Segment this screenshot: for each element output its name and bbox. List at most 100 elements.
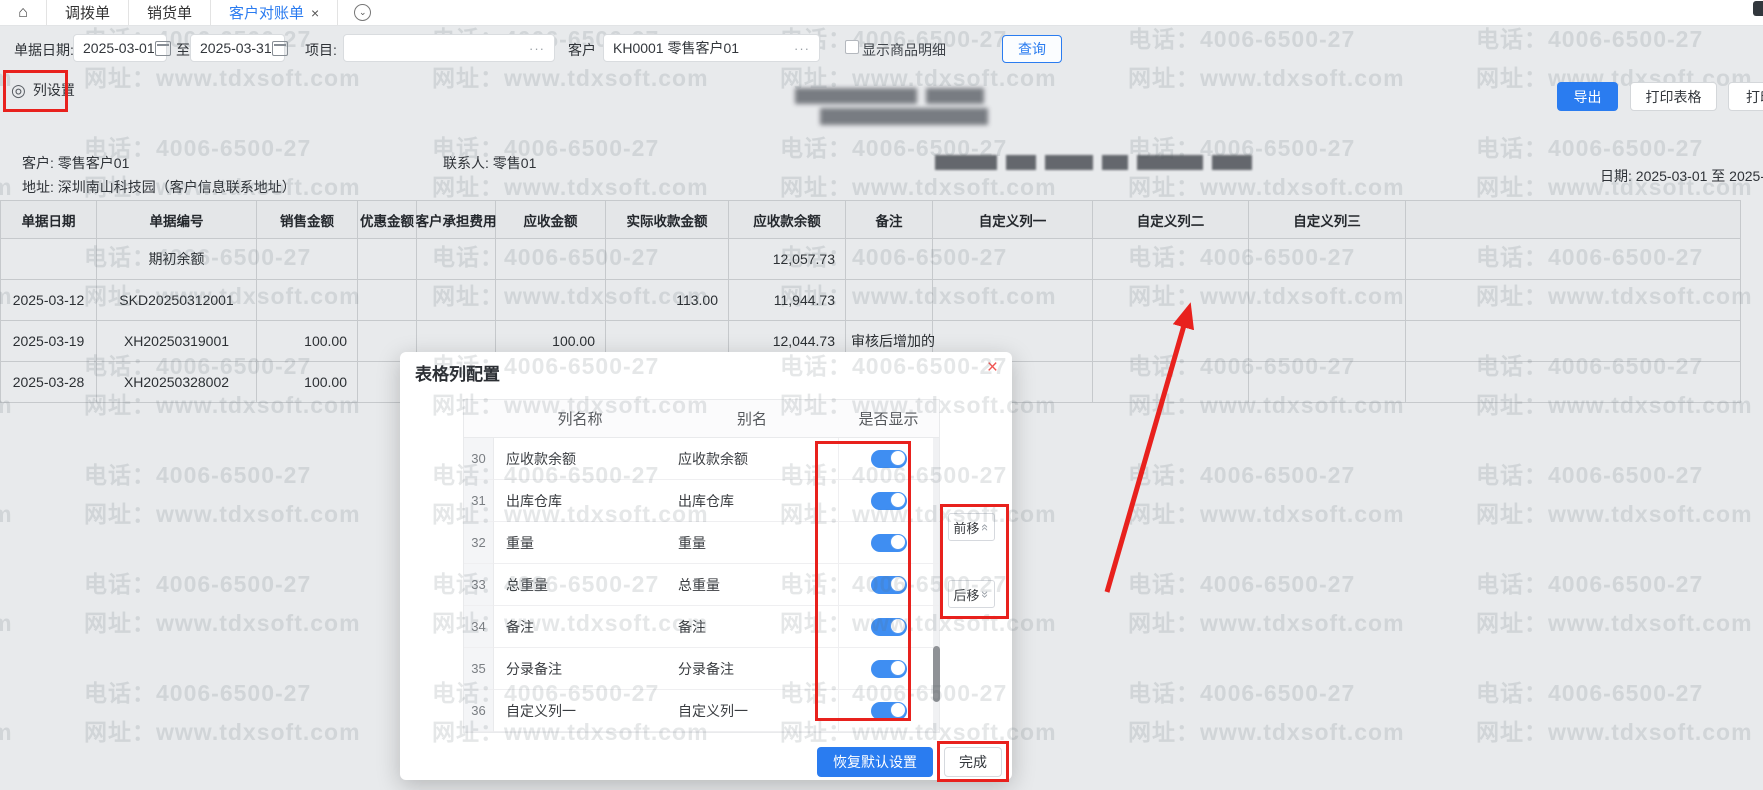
done-button[interactable]: 完成 — [944, 747, 1002, 777]
config-row-number: 36 — [464, 690, 494, 732]
table-cell — [846, 239, 933, 280]
tab-调拨单[interactable]: 调拨单 — [46, 0, 128, 25]
close-icon[interactable]: × — [987, 358, 998, 377]
watermark-text: 电话：4006-6500-27网址：www.tdxsoft.com — [0, 573, 13, 635]
move-down-label: 后移 — [953, 585, 979, 604]
redacted-block — [795, 88, 917, 104]
visibility-toggle[interactable] — [871, 576, 907, 594]
date-to-input[interactable]: 2025-03-31 — [190, 34, 285, 62]
config-row[interactable]: 30应收款余额应收款余额 — [464, 438, 939, 480]
visibility-toggle[interactable] — [871, 450, 907, 468]
table-cell — [606, 239, 729, 280]
config-visible-cell — [838, 438, 939, 480]
config-alias-cell: 重量 — [666, 522, 838, 564]
config-alias-cell: 出库仓库 — [666, 480, 838, 522]
table-cell — [417, 280, 496, 321]
customer-value: KH0001 零售客户01 — [613, 38, 739, 58]
move-up-button[interactable]: 前移 « — [948, 513, 995, 541]
table-row[interactable]: 期初余额12,057.73 — [1, 239, 1741, 280]
config-table-body: 30应收款余额应收款余额31出库仓库出库仓库32重量重量33总重量总重量34备注… — [464, 438, 939, 732]
watermark-text: 电话：4006-6500-27网址：www.tdxsoft.com — [1128, 464, 1405, 526]
config-row[interactable]: 31出库仓库出库仓库 — [464, 480, 939, 522]
config-visible-cell — [838, 522, 939, 564]
visibility-toggle[interactable] — [871, 492, 907, 510]
export-button[interactable]: 导出 — [1557, 82, 1618, 111]
watermark-text: 电话：4006-6500-27网址：www.tdxsoft.com — [1128, 573, 1405, 635]
table-row[interactable]: 2025-03-12SKD20250312001113.0011,944.73 — [1, 280, 1741, 321]
table-cell — [358, 239, 417, 280]
table-cell — [1249, 239, 1406, 280]
config-row-number: 34 — [464, 606, 494, 648]
table-cell — [846, 280, 933, 321]
column-header: 实际收款金额 — [606, 201, 729, 239]
tab-label: 销货单 — [147, 2, 192, 23]
column-header: 应收金额 — [496, 201, 606, 239]
config-row[interactable]: 34备注备注 — [464, 606, 939, 648]
tab-close-icon[interactable]: × — [311, 6, 319, 20]
config-name-cell: 备注 — [494, 606, 666, 648]
restore-default-button[interactable]: 恢复默认设置 — [817, 747, 933, 777]
visibility-toggle[interactable] — [871, 534, 907, 552]
table-cell — [933, 280, 1093, 321]
watermark-text: 电话：4006-6500-27网址：www.tdxsoft.com — [0, 464, 13, 526]
query-button[interactable]: 查询 — [1002, 35, 1062, 63]
calendar-icon[interactable] — [272, 41, 288, 56]
watermark-text: 电话：4006-6500-27网址：www.tdxsoft.com — [1476, 682, 1753, 744]
show-detail-checkbox[interactable] — [845, 40, 859, 54]
config-visible-cell — [838, 564, 939, 606]
double-chevron-up-icon: « — [980, 523, 993, 530]
home-icon[interactable]: ⌂ — [0, 4, 46, 22]
config-row[interactable]: 35分录备注分录备注 — [464, 648, 939, 690]
statement-table-head: 单据日期单据编号销售金额优惠金额客户承担费用应收金额实际收款金额应收款余额备注自… — [1, 201, 1741, 239]
tab-bar: ⌂ 调拨单销货单 客户对账单 × ⌄ — [0, 0, 1763, 26]
config-visible-cell — [838, 690, 939, 732]
ellipsis-icon[interactable]: ··· — [529, 41, 545, 56]
tab-销货单[interactable]: 销货单 — [128, 0, 210, 25]
table-cell — [1093, 280, 1249, 321]
project-input[interactable]: ··· — [343, 34, 555, 62]
redacted-row — [935, 155, 1252, 170]
config-row-number: 30 — [464, 438, 494, 480]
watermark-text: 电话：4006-6500-27网址：www.tdxsoft.com — [0, 682, 13, 744]
customer-address-text: 地址: 深圳南山科技园（客户信息联系地址） — [22, 177, 296, 197]
column-header: 自定义列二 — [1093, 201, 1249, 239]
table-cell: 113.00 — [606, 280, 729, 321]
table-cell — [257, 239, 358, 280]
date-range-label: 单据日期: — [14, 40, 74, 60]
date-to-value: 2025-03-31 — [200, 40, 272, 56]
column-header: 应收款余额 — [729, 201, 846, 239]
customer-input[interactable]: KH0001 零售客户01 ··· — [603, 34, 820, 62]
tab-more-icon[interactable]: ⌄ — [354, 4, 371, 21]
watermark-text: 电话：4006-6500-27网址：www.tdxsoft.com — [84, 682, 361, 744]
ellipsis-icon[interactable]: ··· — [794, 41, 810, 56]
tab-list: 调拨单销货单 客户对账单 × — [46, 0, 338, 25]
print-table-button[interactable]: 打印表格 — [1630, 82, 1717, 111]
visibility-toggle[interactable] — [871, 618, 907, 636]
tab-label: 客户对账单 — [229, 2, 304, 23]
table-cell: SKD20250312001 — [97, 280, 257, 321]
config-row[interactable]: 32重量重量 — [464, 522, 939, 564]
column-settings-button[interactable]: ◎ 列设置 — [11, 80, 75, 100]
redacted-block — [820, 108, 988, 125]
scrollbar-thumb[interactable] — [933, 646, 940, 702]
visibility-toggle[interactable] — [871, 660, 907, 678]
date-from-input[interactable]: 2025-03-01 — [73, 34, 167, 62]
visibility-toggle[interactable] — [871, 702, 907, 720]
calendar-icon[interactable] — [155, 41, 171, 56]
date-between-label: 至 — [176, 40, 190, 60]
watermark-text: 电话：4006-6500-27网址：www.tdxsoft.com — [1476, 28, 1753, 90]
customer-contact-text: 联系人: 零售01 — [443, 153, 536, 173]
config-column-header: 列名称 — [494, 400, 666, 438]
config-row[interactable]: 33总重量总重量 — [464, 564, 939, 606]
corner-icon[interactable] — [1753, 1, 1763, 16]
print-button[interactable]: 打印 — [1728, 82, 1763, 111]
table-cell — [1, 239, 97, 280]
table-cell — [1406, 321, 1741, 362]
table-cell: XH20250319001 — [97, 321, 257, 362]
move-down-button[interactable]: 后移 » — [948, 580, 995, 608]
config-row-number: 32 — [464, 522, 494, 564]
tab-客户对账单[interactable]: 客户对账单 × — [210, 0, 338, 25]
watermark-text: 电话：4006-6500-27网址：www.tdxsoft.com — [84, 464, 361, 526]
config-row[interactable]: 36自定义列一自定义列一 — [464, 690, 939, 732]
config-visible-cell — [838, 606, 939, 648]
